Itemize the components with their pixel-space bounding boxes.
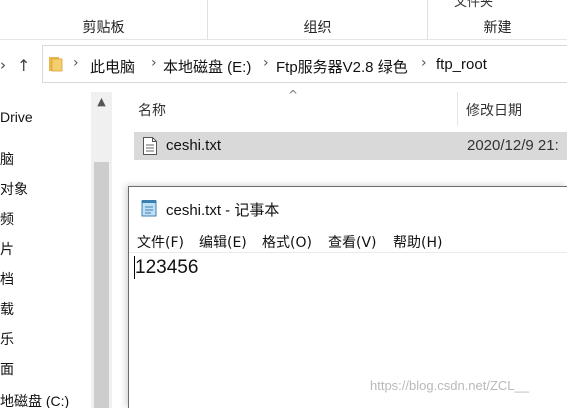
nav-item-videos[interactable]: 频 bbox=[0, 209, 14, 229]
up-arrow-icon[interactable]: ↑ bbox=[17, 56, 30, 75]
menu-edit[interactable]: 编辑(E) bbox=[199, 232, 247, 252]
navigation-scrollbar[interactable]: ▲ bbox=[91, 92, 112, 408]
notepad-content: 123456 bbox=[135, 257, 199, 278]
ribbon-group-new: 文件夹 新建 bbox=[428, 0, 567, 40]
column-date-modified[interactable]: 修改日期 bbox=[466, 100, 522, 120]
file-name: ceshi.txt bbox=[166, 137, 222, 154]
breadcrumb-separator-icon[interactable]: › bbox=[151, 55, 157, 71]
notepad-window: ceshi.txt - 记事本 文件(F) 编辑(E) 格式(O) 查看(V) … bbox=[128, 186, 567, 408]
scroll-up-icon[interactable]: ▲ bbox=[91, 92, 112, 114]
scrollbar-thumb[interactable] bbox=[94, 162, 109, 408]
navigation-bar: › ↑ › 此电脑 › 本地磁盘 (E:) › Ftp服务器V2.8 绿色 › … bbox=[0, 40, 567, 92]
breadcrumb-ftp-root[interactable]: ftp_root bbox=[436, 56, 487, 73]
menu-format[interactable]: 格式(O) bbox=[262, 232, 312, 252]
menu-file[interactable]: 文件(F) bbox=[137, 232, 184, 252]
column-name[interactable]: 名称 bbox=[138, 100, 166, 120]
breadcrumb-this-pc[interactable]: 此电脑 bbox=[90, 56, 135, 77]
ribbon-group-label: 剪贴板 bbox=[82, 20, 125, 36]
ribbon-group-clipboard: 剪贴板 bbox=[0, 0, 208, 40]
notepad-icon bbox=[141, 200, 157, 217]
nav-item-drive-c[interactable]: 地磁盘 (C:) bbox=[0, 391, 69, 408]
ribbon-group-label: 组织 bbox=[303, 20, 332, 36]
nav-item-3d-objects[interactable]: 对象 bbox=[0, 179, 28, 199]
column-header: ^ 名称 修改日期 bbox=[112, 88, 567, 126]
file-date-modified: 2020/12/9 21: bbox=[467, 137, 559, 154]
column-divider[interactable] bbox=[457, 92, 458, 126]
nav-item-desktop[interactable]: 面 bbox=[0, 359, 14, 379]
nav-item-this-pc[interactable]: 脑 bbox=[0, 149, 14, 169]
breadcrumb-separator-icon[interactable]: › bbox=[263, 55, 269, 71]
recent-locations-icon[interactable]: › bbox=[0, 56, 6, 74]
ribbon: 剪贴板 组织 文件夹 新建 bbox=[0, 0, 567, 40]
folder-icon bbox=[49, 57, 63, 72]
text-file-icon bbox=[143, 137, 157, 155]
breadcrumb-separator-icon[interactable]: › bbox=[421, 55, 427, 71]
new-folder-button[interactable]: 文件夹 bbox=[454, 0, 493, 10]
sort-ascending-icon: ^ bbox=[288, 88, 299, 102]
nav-item-downloads[interactable]: 载 bbox=[0, 299, 14, 319]
nav-item-documents[interactable]: 档 bbox=[0, 269, 14, 289]
nav-item-onedrive[interactable]: Drive bbox=[0, 109, 33, 125]
file-row[interactable]: ceshi.txt 2020/12/9 21: bbox=[134, 132, 567, 160]
breadcrumb-ftp-server[interactable]: Ftp服务器V2.8 绿色 bbox=[276, 56, 408, 77]
watermark-text: https://blog.csdn.net/ZCL__ bbox=[370, 378, 529, 393]
notepad-menu-bar: 文件(F) 编辑(E) 格式(O) 查看(V) 帮助(H) bbox=[129, 230, 567, 252]
menu-view[interactable]: 查看(V) bbox=[328, 232, 377, 252]
nav-item-music[interactable]: 乐 bbox=[0, 329, 14, 349]
nav-item-pictures[interactable]: 片 bbox=[0, 239, 14, 259]
menu-help[interactable]: 帮助(H) bbox=[393, 232, 442, 252]
breadcrumb-separator-icon[interactable]: › bbox=[73, 55, 79, 71]
notepad-title: ceshi.txt - 记事本 bbox=[166, 202, 280, 219]
address-bar[interactable]: › 此电脑 › 本地磁盘 (E:) › Ftp服务器V2.8 绿色 › ftp_… bbox=[42, 45, 567, 83]
ribbon-group-organize: 组织 bbox=[208, 0, 428, 40]
ribbon-group-label: 新建 bbox=[483, 20, 512, 36]
breadcrumb-drive-e[interactable]: 本地磁盘 (E:) bbox=[163, 56, 251, 77]
